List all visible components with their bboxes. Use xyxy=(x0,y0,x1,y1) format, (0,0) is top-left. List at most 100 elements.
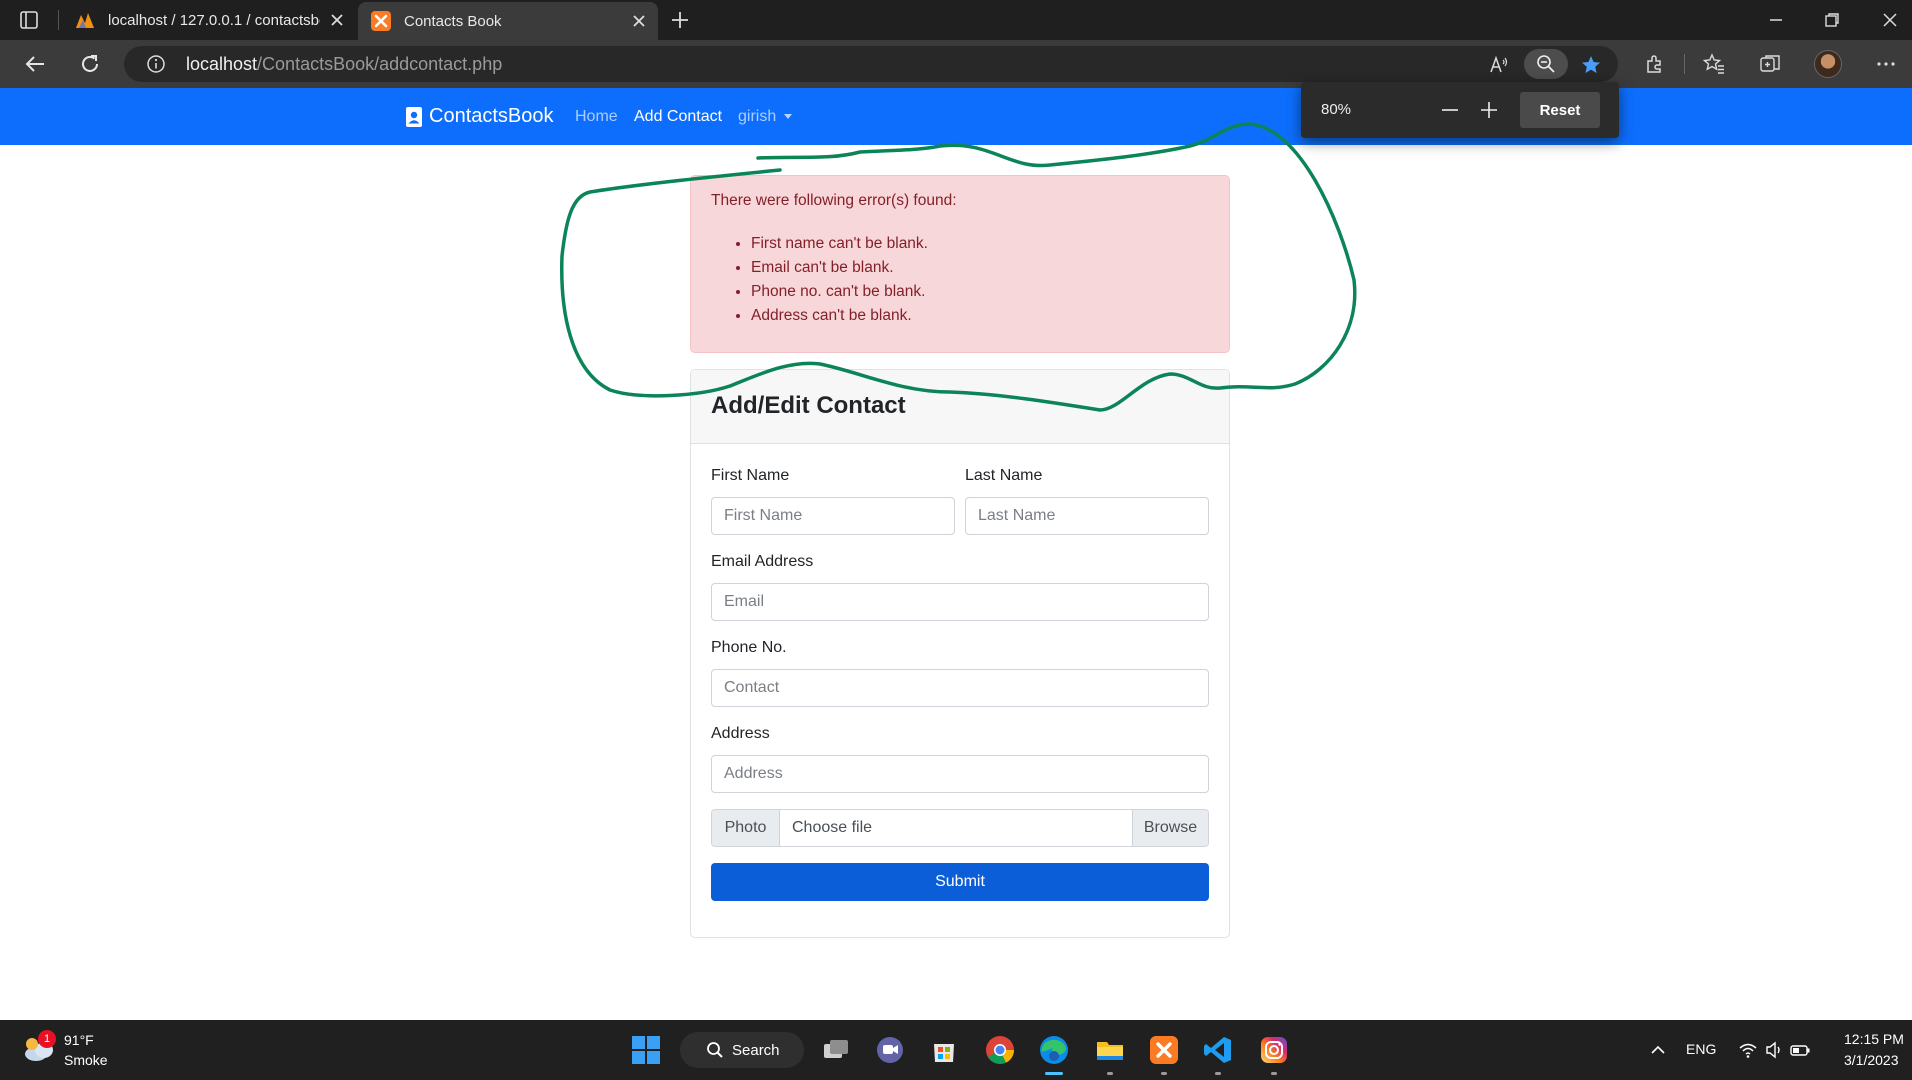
running-indicator xyxy=(1215,1072,1221,1075)
error-item: Phone no. can't be blank. xyxy=(751,280,1209,304)
url-text[interactable]: localhost/ContactsBook/addcontact.php xyxy=(186,54,502,75)
zoom-popup: 80% Reset xyxy=(1301,82,1619,138)
language-indicator[interactable]: ENG xyxy=(1686,1041,1716,1057)
zoom-level: 80% xyxy=(1321,101,1352,118)
file-explorer-icon[interactable] xyxy=(1094,1034,1126,1066)
clock-time[interactable]: 12:15 PM xyxy=(1844,1031,1904,1047)
contact-form-card: Add/Edit Contact First Name Last Name Em… xyxy=(690,369,1230,938)
address-input[interactable] xyxy=(711,755,1209,793)
chevron-up-icon[interactable] xyxy=(1648,1040,1668,1060)
instagram-icon[interactable] xyxy=(1258,1034,1290,1066)
windows-start-icon[interactable] xyxy=(630,1034,662,1066)
tab-title: Contacts Book xyxy=(404,12,502,30)
zoom-out-icon xyxy=(1537,55,1555,73)
wifi-icon[interactable] xyxy=(1738,1040,1758,1060)
contact-book-icon xyxy=(406,106,422,127)
nav-add-contact-link[interactable]: Add Contact xyxy=(634,108,722,126)
chrome-icon[interactable] xyxy=(984,1034,1016,1066)
error-list: First name can't be blank. Email can't b… xyxy=(731,232,1209,328)
url-path: /ContactsBook/addcontact.php xyxy=(257,54,503,74)
error-item: Email can't be blank. xyxy=(751,256,1209,280)
close-tab-icon[interactable] xyxy=(328,11,346,29)
form-title: Add/Edit Contact xyxy=(711,392,906,419)
read-aloud-icon[interactable] xyxy=(1488,54,1510,76)
task-view-icon[interactable] xyxy=(820,1034,852,1066)
phpmyadmin-icon xyxy=(76,13,94,28)
user-name: girish xyxy=(738,108,777,125)
url-host: localhost xyxy=(186,54,258,74)
minimize-icon[interactable] xyxy=(1764,8,1788,32)
xampp-taskbar-icon[interactable] xyxy=(1148,1034,1180,1066)
clock-date[interactable]: 3/1/2023 xyxy=(1844,1052,1899,1068)
running-indicator xyxy=(1161,1072,1167,1075)
error-item: Address can't be blank. xyxy=(751,304,1209,328)
phone-label: Phone No. xyxy=(711,639,787,656)
more-options-icon[interactable] xyxy=(1874,52,1898,76)
profile-avatar[interactable] xyxy=(1814,50,1842,78)
site-info-icon[interactable] xyxy=(146,54,166,74)
last-name-label: Last Name xyxy=(965,467,1043,484)
vscode-icon[interactable] xyxy=(1202,1034,1234,1066)
zoom-reset-button[interactable]: Reset xyxy=(1520,92,1600,128)
address-label: Address xyxy=(711,725,770,742)
search-label: Search xyxy=(732,1041,780,1059)
windows-taskbar: 1 91°F Smoke Search ENG 12:15 PM 3/1/202… xyxy=(0,1020,1912,1080)
first-name-input[interactable] xyxy=(711,497,955,535)
phone-input[interactable] xyxy=(711,669,1209,707)
teams-chat-icon[interactable] xyxy=(874,1034,906,1066)
submit-button[interactable]: Submit xyxy=(711,863,1209,901)
running-indicator xyxy=(1107,1072,1113,1075)
zoom-plus-icon[interactable] xyxy=(1478,99,1500,121)
alert-heading: There were following error(s) found: xyxy=(711,192,957,209)
last-name-input[interactable] xyxy=(965,497,1209,535)
running-indicator xyxy=(1271,1072,1277,1075)
new-tab-icon[interactable] xyxy=(668,8,692,32)
browser-tab-contacts-book[interactable]: Contacts Book xyxy=(358,2,658,40)
edge-icon[interactable] xyxy=(1038,1034,1070,1066)
tab-title: localhost / 127.0.0.1 / contactsbo xyxy=(108,11,320,29)
card-header: Add/Edit Contact xyxy=(691,370,1229,444)
browser-tab-strip: localhost / 127.0.0.1 / contactsbo Conta… xyxy=(0,0,1912,40)
browser-tab-phpmyadmin[interactable]: localhost / 127.0.0.1 / contactsbo xyxy=(62,0,356,40)
first-name-label: First Name xyxy=(711,467,790,484)
email-input[interactable] xyxy=(711,583,1209,621)
browse-button[interactable]: Browse xyxy=(1132,810,1208,846)
restore-icon[interactable] xyxy=(1820,8,1844,32)
favorites-icon[interactable] xyxy=(1702,52,1726,76)
browser-toolbar: localhost/ContactsBook/addcontact.php xyxy=(0,40,1912,88)
photo-prefix: Photo xyxy=(712,810,780,846)
active-app-indicator xyxy=(1045,1072,1063,1075)
favorite-star-icon[interactable] xyxy=(1580,54,1602,76)
volume-icon[interactable] xyxy=(1764,1040,1784,1060)
microsoft-store-icon[interactable] xyxy=(928,1034,960,1066)
weather-description[interactable]: Smoke xyxy=(64,1052,108,1068)
photo-file-input[interactable]: Photo Choose file Browse xyxy=(711,809,1209,847)
error-item: First name can't be blank. xyxy=(751,232,1209,256)
site-navbar: ContactsBook Home Add Contact girish xyxy=(0,88,1912,145)
taskbar-search[interactable]: Search xyxy=(680,1032,804,1068)
back-icon[interactable] xyxy=(22,51,48,77)
tab-actions-icon[interactable] xyxy=(18,9,40,31)
nav-home-link[interactable]: Home xyxy=(575,108,618,126)
weather-temperature[interactable]: 91°F xyxy=(64,1032,94,1048)
address-bar[interactable]: localhost/ContactsBook/addcontact.php xyxy=(124,46,1618,82)
toolbar-separator xyxy=(1684,54,1685,74)
extensions-icon[interactable] xyxy=(1643,52,1667,76)
brand-logo[interactable]: ContactsBook xyxy=(405,105,554,128)
zoom-indicator[interactable] xyxy=(1524,49,1568,79)
caret-down-icon xyxy=(784,114,793,120)
refresh-icon[interactable] xyxy=(77,51,103,77)
search-icon xyxy=(707,1042,723,1058)
error-alert: There were following error(s) found: Fir… xyxy=(690,175,1230,353)
weather-badge: 1 xyxy=(38,1030,56,1048)
close-tab-icon[interactable] xyxy=(630,12,648,30)
email-label: Email Address xyxy=(711,553,814,570)
collections-icon[interactable] xyxy=(1758,52,1782,76)
battery-icon[interactable] xyxy=(1790,1040,1810,1060)
zoom-minus-icon[interactable] xyxy=(1439,99,1461,121)
brand-name: ContactsBook xyxy=(429,105,554,127)
user-dropdown[interactable]: girish xyxy=(738,108,793,126)
close-window-icon[interactable] xyxy=(1878,8,1902,32)
choose-file-text[interactable]: Choose file xyxy=(780,810,1132,846)
xampp-icon xyxy=(371,11,391,31)
